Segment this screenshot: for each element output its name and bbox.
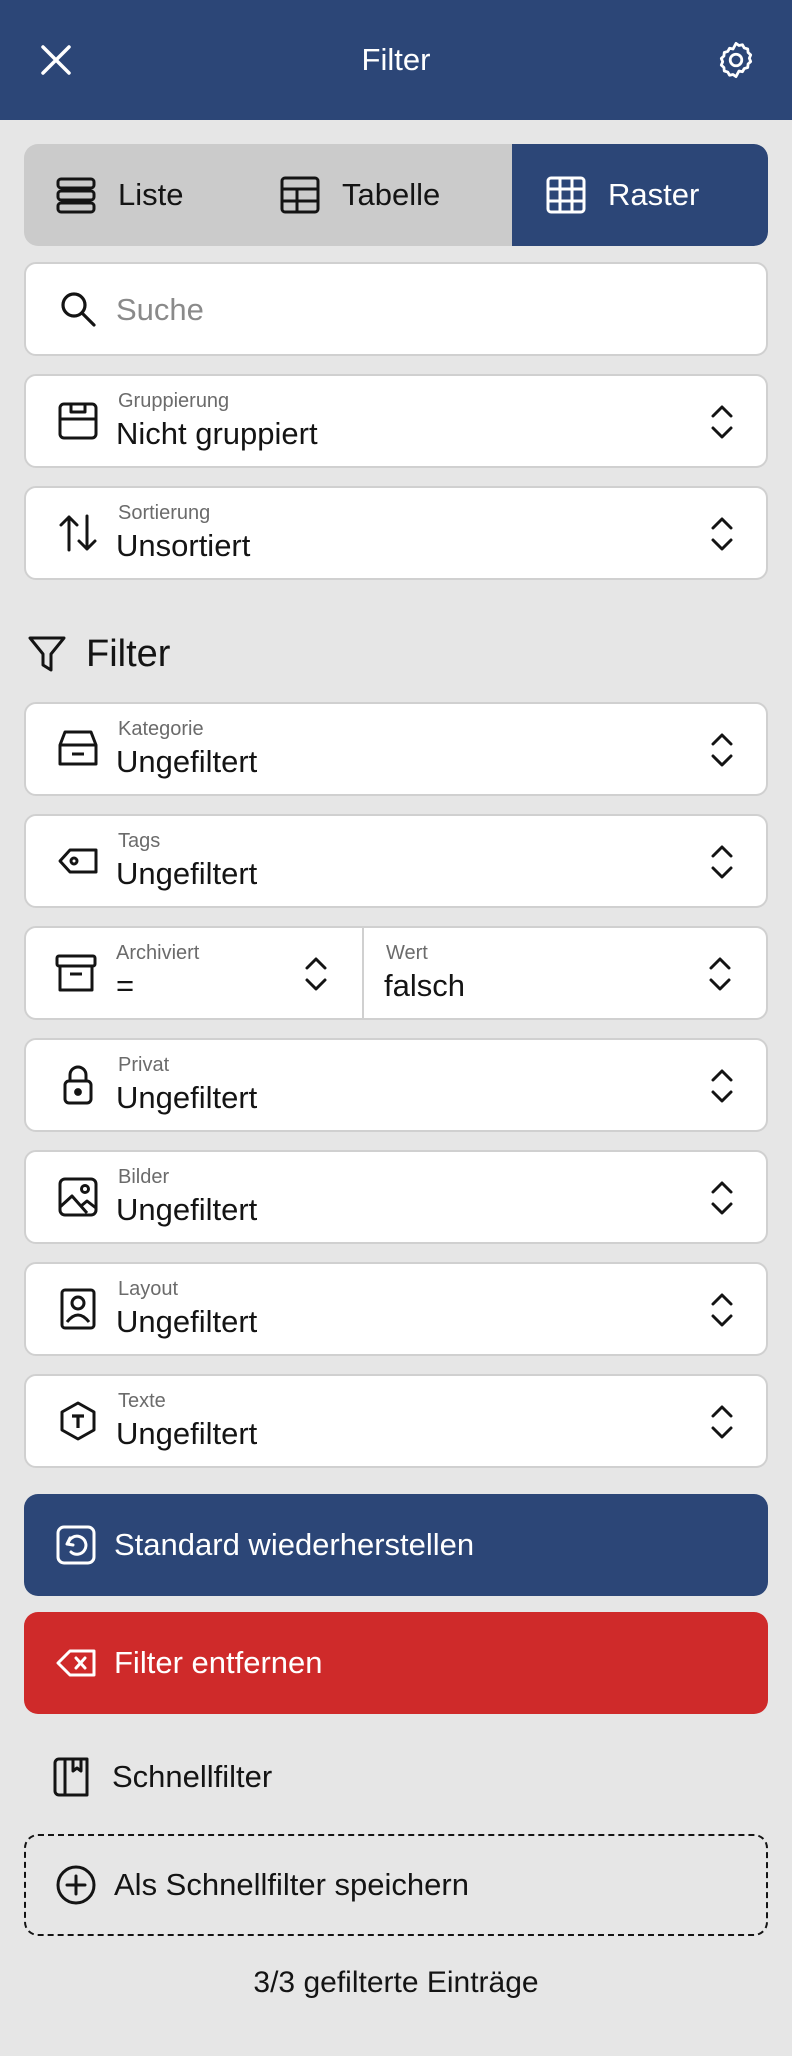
search-placeholder: Suche xyxy=(116,292,204,327)
chevron-up-down-icon xyxy=(711,1069,733,1103)
text-hexagon-icon xyxy=(54,1397,102,1445)
filter-bilder-label: Bilder xyxy=(118,1166,170,1188)
filter-archiviert-operator[interactable]: Archiviert = xyxy=(26,928,362,1018)
quick-filter-title: Schnellfilter xyxy=(48,1752,272,1802)
restore-default-button[interactable]: Standard wiederherstellen xyxy=(24,1494,768,1596)
sorting-value: Unsortiert xyxy=(116,528,251,563)
grouping-value: Nicht gruppiert xyxy=(116,416,318,451)
filter-kategorie[interactable]: Kategorie Ungefiltert xyxy=(24,702,768,796)
image-icon xyxy=(54,1173,102,1221)
filter-privat-label: Privat xyxy=(118,1054,170,1076)
grouping-select[interactable]: Gruppierung Nicht gruppiert xyxy=(24,374,768,468)
sorting-select[interactable]: Sortierung Unsortiert xyxy=(24,486,768,580)
filter-layout-value: Ungefiltert xyxy=(116,1304,258,1339)
save-quick-filter-label: Als Schnellfilter speichern xyxy=(114,1867,469,1902)
view-mode-list-label: Liste xyxy=(118,177,184,212)
chevron-up-down-icon xyxy=(709,957,731,991)
top-bar: Filter xyxy=(0,0,792,120)
chevron-up-down-icon xyxy=(711,733,733,767)
filter-layout-label: Layout xyxy=(118,1278,179,1300)
quick-filter-label: Schnellfilter xyxy=(112,1759,273,1794)
filter-privat-value: Ungefiltert xyxy=(116,1080,258,1115)
filter-archiviert-value-select[interactable]: Wert falsch xyxy=(364,928,766,1018)
filter-bilder-value: Ungefiltert xyxy=(116,1192,258,1227)
filter-privat[interactable]: Privat Ungefiltert xyxy=(24,1038,768,1132)
grouping-label: Gruppierung xyxy=(118,390,230,412)
filter-kategorie-value: Ungefiltert xyxy=(116,744,258,779)
gear-icon xyxy=(719,41,753,79)
filter-kategorie-label: Kategorie xyxy=(118,718,204,740)
view-mode-list[interactable]: Liste xyxy=(24,144,246,246)
filter-tags-label: Tags xyxy=(118,830,161,852)
bookmark-book-icon xyxy=(48,1753,96,1801)
chevron-up-down-icon xyxy=(711,517,733,551)
archive-icon xyxy=(52,949,100,997)
filter-tags-value: Ungefiltert xyxy=(116,856,258,891)
sorting-label: Sortierung xyxy=(118,502,211,524)
chevron-up-down-icon xyxy=(711,845,733,879)
filter-archiviert-value-label: Wert xyxy=(386,942,428,964)
remove-filter-label: Filter entfernen xyxy=(114,1645,323,1680)
tag-icon xyxy=(54,837,102,885)
chevron-up-down-icon xyxy=(711,1181,733,1215)
view-mode-switcher: Liste Tabelle Raster xyxy=(24,144,768,246)
filter-texte[interactable]: Texte Ungefiltert xyxy=(24,1374,768,1468)
page-title: Filter xyxy=(361,42,431,77)
view-mode-table-label: Tabelle xyxy=(342,177,441,212)
chevron-up-down-icon xyxy=(305,957,327,991)
box-icon xyxy=(54,397,102,445)
portrait-layout-icon xyxy=(54,1285,102,1333)
view-mode-table[interactable]: Tabelle xyxy=(246,144,536,246)
chevron-up-down-icon xyxy=(711,1405,733,1439)
plus-circle-icon xyxy=(52,1861,100,1909)
table-icon xyxy=(276,171,324,219)
settings-button[interactable] xyxy=(710,34,762,86)
filter-bilder[interactable]: Bilder Ungefiltert xyxy=(24,1150,768,1244)
remove-filter-button[interactable]: Filter entfernen xyxy=(24,1612,768,1714)
filter-section-label: Filter xyxy=(86,632,171,675)
save-quick-filter-button[interactable]: Als Schnellfilter speichern xyxy=(24,1834,768,1936)
filter-archiviert: Archiviert = Wert falsch xyxy=(24,926,768,1020)
filter-tags[interactable]: Tags Ungefiltert xyxy=(24,814,768,908)
filter-texte-value: Ungefiltert xyxy=(116,1416,258,1451)
view-mode-grid-label: Raster xyxy=(608,177,700,212)
restore-default-label: Standard wiederherstellen xyxy=(114,1527,475,1562)
filter-section-title: Filter xyxy=(24,628,170,680)
funnel-icon xyxy=(24,631,70,677)
filter-archiviert-label: Archiviert xyxy=(116,942,200,964)
chevron-up-down-icon xyxy=(711,405,733,439)
filtered-count-text: 3/3 gefilterte Einträge xyxy=(253,1966,539,1999)
drawer-icon xyxy=(54,725,102,773)
chevron-up-down-icon xyxy=(711,1293,733,1327)
filter-archiviert-value: falsch xyxy=(384,968,465,1003)
lock-icon xyxy=(54,1061,102,1109)
list-icon xyxy=(52,171,100,219)
view-mode-grid[interactable]: Raster xyxy=(512,144,768,246)
search-icon xyxy=(54,285,102,333)
filter-layout[interactable]: Layout Ungefiltert xyxy=(24,1262,768,1356)
filter-texte-label: Texte xyxy=(118,1390,166,1412)
sort-arrows-icon xyxy=(54,509,102,557)
filter-archiviert-operator-value: = xyxy=(116,968,135,1003)
restore-icon xyxy=(52,1521,100,1569)
search-input[interactable]: Suche xyxy=(24,262,768,356)
backspace-icon xyxy=(52,1639,100,1687)
grid-icon xyxy=(542,171,590,219)
